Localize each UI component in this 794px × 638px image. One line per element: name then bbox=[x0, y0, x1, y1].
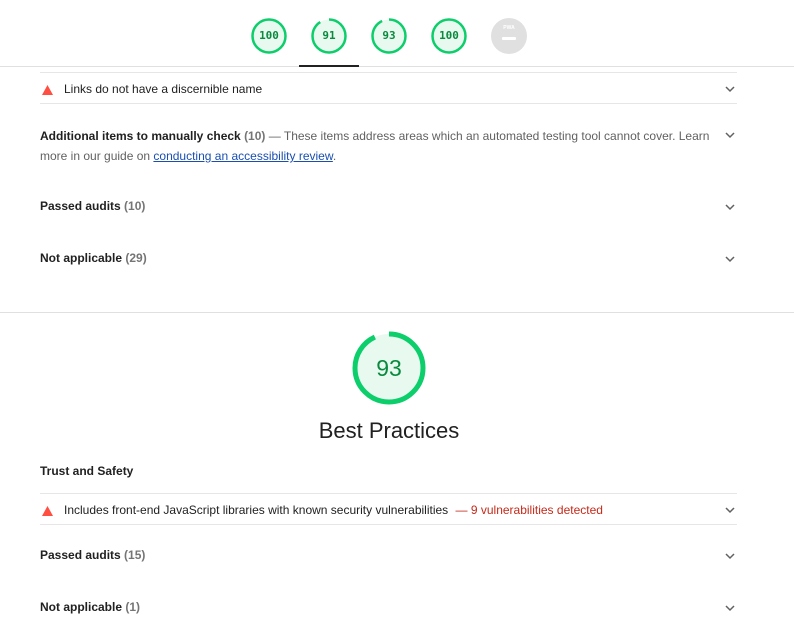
fail-triangle-icon bbox=[42, 505, 53, 516]
group-trust-safety: Trust and Safety bbox=[40, 463, 737, 481]
passed-audits-group[interactable]: Passed audits (10) bbox=[40, 198, 737, 218]
audit-title-wrap: Includes front-end JavaScript libraries … bbox=[64, 503, 603, 517]
na-title-wrap: Not applicable (1) bbox=[40, 600, 140, 614]
gauge-accessibility[interactable]: 91 bbox=[311, 18, 347, 54]
group-count: (10) bbox=[244, 129, 266, 143]
group-title: Additional items to manually check bbox=[40, 129, 241, 143]
chevron-down-icon[interactable] bbox=[725, 551, 735, 561]
passed-title-wrap: Passed audits (15) bbox=[40, 548, 145, 562]
group-description: — These items address areas which an aut… bbox=[268, 129, 710, 143]
audit-title: Links do not have a discernible name bbox=[64, 82, 263, 96]
group-count: (29) bbox=[125, 251, 147, 265]
pwa-label: PWA bbox=[503, 25, 515, 31]
group-count: (10) bbox=[124, 199, 146, 213]
not-applicable-group[interactable]: Not applicable (29) bbox=[40, 250, 737, 270]
passed-title-wrap: Passed audits (10) bbox=[40, 199, 145, 213]
group-title: Not applicable bbox=[40, 251, 123, 265]
group-count: (15) bbox=[124, 548, 146, 562]
manual-check-group[interactable]: Additional items to manually check (10) … bbox=[40, 126, 737, 166]
chevron-down-icon[interactable] bbox=[725, 202, 735, 212]
na-title-wrap: Not applicable (29) bbox=[40, 251, 147, 265]
chevron-down-icon[interactable] bbox=[725, 254, 735, 264]
chevron-down-icon[interactable] bbox=[725, 130, 735, 140]
gauge-best-practices-large: 93 bbox=[352, 331, 426, 405]
desc-end: . bbox=[332, 149, 337, 163]
group-title: Trust and Safety bbox=[40, 464, 134, 478]
active-tab-indicator bbox=[299, 65, 359, 67]
chevron-down-icon[interactable] bbox=[725, 84, 735, 94]
gauge-score: 100 bbox=[259, 29, 279, 42]
pwa-dash-icon bbox=[502, 37, 516, 40]
gauge-score: 91 bbox=[322, 29, 336, 42]
fail-triangle-icon bbox=[42, 84, 53, 95]
accessibility-review-link[interactable]: conducting an accessibility review bbox=[153, 149, 332, 163]
gauge-best-practices[interactable]: 93 bbox=[371, 18, 407, 54]
group-title: Not applicable bbox=[40, 600, 123, 614]
gauge-score: 93 bbox=[376, 355, 402, 381]
group-title: Passed audits bbox=[40, 548, 121, 562]
audit-title: Includes front-end JavaScript libraries … bbox=[64, 503, 449, 517]
gauge-score: 100 bbox=[439, 29, 459, 42]
group-title: Passed audits bbox=[40, 199, 121, 213]
group-count: (1) bbox=[125, 600, 141, 614]
chevron-down-icon[interactable] bbox=[725, 505, 735, 515]
chevron-down-icon[interactable] bbox=[725, 603, 735, 613]
not-applicable-group[interactable]: Not applicable (1) bbox=[40, 599, 737, 619]
category-title: Best Practices bbox=[318, 418, 460, 443]
group-description-more: more in our guide on bbox=[40, 149, 154, 163]
gauge-seo[interactable]: 100 bbox=[431, 18, 467, 54]
gauge-performance[interactable]: 100 bbox=[251, 18, 287, 54]
gauge-pwa[interactable]: PWA bbox=[491, 18, 527, 54]
audit-links-name[interactable]: Links do not have a discernible name bbox=[40, 72, 737, 104]
manual-check-text: Additional items to manually check (10) … bbox=[40, 126, 720, 166]
gauge-score: 93 bbox=[382, 29, 396, 42]
audit-display-value: — 9 vulnerabilities detected bbox=[455, 503, 603, 517]
audit-vulnerable-libraries[interactable]: Includes front-end JavaScript libraries … bbox=[40, 493, 737, 525]
passed-audits-group[interactable]: Passed audits (15) bbox=[40, 547, 737, 567]
score-header: 100 91 93 100 PWA bbox=[0, 0, 794, 67]
section-divider bbox=[0, 312, 794, 313]
